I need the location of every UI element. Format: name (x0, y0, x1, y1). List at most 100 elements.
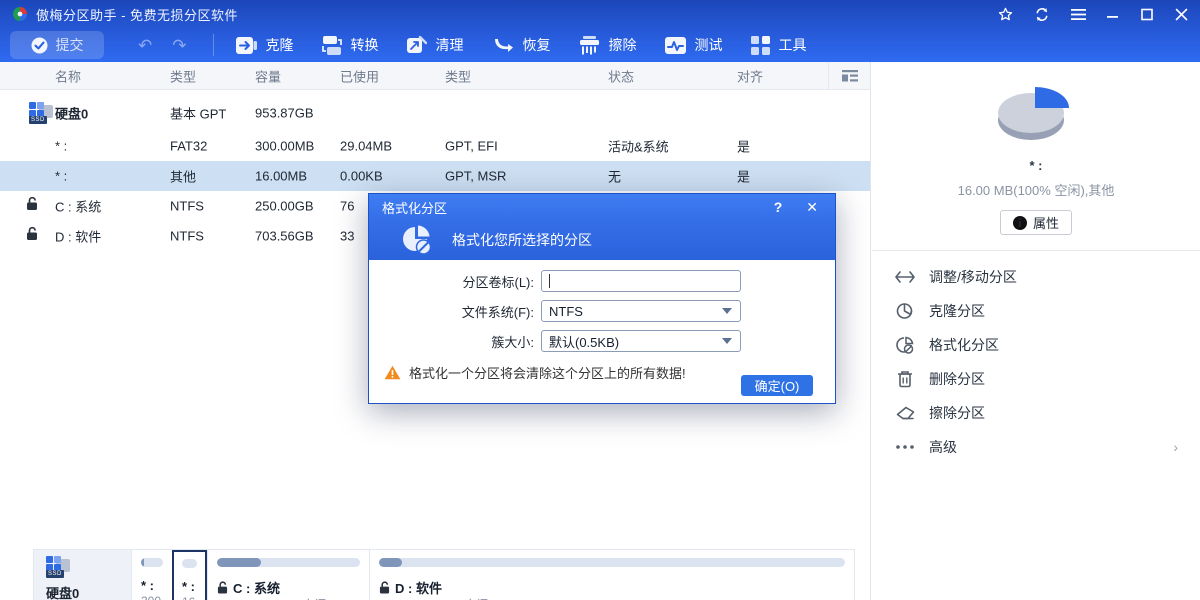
cluster-size-label: 簇大小: (369, 332, 541, 351)
toolbar-convert-label: 转换 (351, 35, 379, 55)
test-graph-icon (665, 37, 686, 54)
toolbar-tools-button[interactable]: 工具 (751, 35, 807, 55)
row-name: C : 系统 (55, 197, 101, 216)
table-row-disk0[interactable]: SSD 硬盘0 基本 GPT 953.87GB (0, 95, 870, 131)
row-status: 活动&系统 (608, 137, 669, 156)
row-capacity: 250.00GB (255, 199, 314, 214)
header-capacity[interactable]: 容量 (255, 66, 281, 85)
bitlocker-lock-icon (26, 197, 38, 216)
header-type[interactable]: 类型 (170, 66, 196, 85)
minimize-icon[interactable] (1107, 8, 1120, 21)
row-fs: GPT, EFI (445, 139, 498, 154)
dialog-body: 分区卷标(L): 文件系统(F): NTFS 簇大小: 默认(0.5KB) (369, 260, 835, 405)
header-used[interactable]: 已使用 (340, 66, 379, 85)
format-pie-icon (399, 222, 435, 258)
dialog-help-icon[interactable]: ? (774, 199, 783, 215)
toolbar-clean-label: 清理 (436, 35, 464, 55)
warning-triangle-icon (384, 365, 401, 380)
table-header: 名称 类型 容量 已使用 类型 状态 对齐 (0, 62, 870, 90)
menu-format-partition[interactable]: 格式化分区 (872, 328, 1200, 362)
partition-name: C : 系统 (233, 578, 280, 597)
chevron-down-icon (722, 338, 732, 344)
resize-arrows-icon (895, 271, 915, 283)
header-fs-type[interactable]: 类型 (445, 66, 471, 85)
table-row-efi[interactable]: * : FAT32 300.00MB 29.04MB GPT, EFI 活动&系… (0, 131, 870, 161)
menu-wipe-partition[interactable]: 擦除分区 (872, 396, 1200, 430)
undo-button[interactable]: ↶ (138, 37, 152, 54)
update-refresh-icon[interactable] (1034, 7, 1050, 22)
row-name: * : (55, 139, 67, 154)
menu-item-label: 擦除分区 (929, 403, 985, 423)
favorite-star-icon[interactable] (998, 7, 1013, 22)
header-status[interactable]: 状态 (608, 66, 634, 85)
title-bar: 傲梅分区助手 - 免费无损分区软件 (0, 0, 1200, 28)
file-system-select[interactable]: NTFS (541, 300, 741, 322)
toolbar-wipe-button[interactable]: 擦除 (579, 35, 637, 55)
file-system-value: NTFS (549, 304, 583, 319)
redo-button[interactable]: ↷ (172, 37, 186, 54)
menu-advanced[interactable]: 高级 › (872, 430, 1200, 464)
menu-hamburger-icon[interactable] (1071, 8, 1086, 21)
trash-icon (895, 370, 915, 388)
menu-delete-partition[interactable]: 删除分区 (872, 362, 1200, 396)
dialog-close-icon[interactable]: ✕ (806, 199, 818, 216)
header-aligned[interactable]: 对齐 (737, 66, 763, 85)
bitlocker-lock-icon (217, 581, 228, 594)
row-disk-name: 硬盘0 (55, 104, 88, 123)
toolbar-tools-label: 工具 (779, 35, 807, 55)
dialog-title-bar: 格式化分区 ? ✕ (369, 194, 835, 220)
detail-side-panel: * : 16.00 MB(100% 空闲),其他 i 属性 调整/移动分区 (872, 62, 1200, 600)
ssd-disk-icon: SSD (46, 556, 70, 578)
volume-label-input[interactable] (541, 270, 741, 292)
toolbar-clean-button[interactable]: 清理 (407, 35, 464, 55)
header-name[interactable]: 名称 (55, 66, 81, 85)
chevron-right-icon: › (1173, 439, 1178, 455)
menu-resize-move-partition[interactable]: 调整/移动分区 (872, 260, 1200, 294)
clean-icon (407, 36, 427, 55)
clone-icon (236, 36, 257, 55)
row-capacity: 16.00MB (255, 169, 307, 184)
partition-actions-menu: 调整/移动分区 克隆分区 (872, 251, 1200, 464)
bitlocker-lock-icon (26, 227, 38, 246)
disk-map-partition-efi[interactable]: * : 300... FA... (131, 550, 172, 600)
convert-icon (322, 36, 342, 55)
toolbar-wipe-label: 擦除 (609, 35, 637, 55)
maximize-icon[interactable] (1141, 8, 1154, 21)
row-disk-capacity: 953.87GB (255, 106, 314, 121)
menu-clone-partition[interactable]: 克隆分区 (872, 294, 1200, 328)
disk-map-disk0[interactable]: SSD 硬盘0 953.87GB 基本 GPT (34, 550, 131, 600)
disk-map-panel: SSD 硬盘0 953.87GB 基本 GPT * : 300... FA...… (33, 549, 855, 600)
table-row-msr-selected[interactable]: * : 其他 16.00MB 0.00KB GPT, MSR 无 是 (0, 161, 870, 191)
toolbar-convert-button[interactable]: 转换 (322, 35, 379, 55)
properties-button[interactable]: i 属性 (1000, 210, 1072, 235)
bitlocker-lock-icon (379, 581, 390, 594)
toolbar-clone-button[interactable]: 克隆 (236, 35, 294, 55)
row-capacity: 300.00MB (255, 139, 314, 154)
cluster-size-select[interactable]: 默认(0.5KB) (541, 330, 741, 352)
ellipsis-icon (895, 445, 915, 449)
disk-map-partition-c[interactable]: C : 系统 250.00GB(69% 空闲) Bitlocker加密,系统,主 (207, 550, 369, 600)
toolbar-recover-button[interactable]: 恢复 (492, 35, 551, 55)
menu-item-label: 高级 (929, 437, 957, 457)
toolbar-test-button[interactable]: 测试 (665, 35, 723, 55)
toolbar-separator (213, 34, 214, 56)
disk-map-partition-d[interactable]: D : 软件 703.56GB(95% 空闲) Bitlocker加密,主 (369, 550, 854, 600)
format-partition-dialog: 格式化分区 ? ✕ 格式化您所选择的分区 分区卷标(L): 文件系统( (368, 193, 836, 404)
check-circle-icon (31, 37, 48, 54)
partition-assistant-window: 傲梅分区助手 - 免费无损分区软件 (0, 0, 1200, 600)
cluster-size-value: 默认(0.5KB) (549, 332, 619, 351)
format-warning-text: 格式化一个分区将会清除这个分区上的所有数据! (409, 363, 686, 382)
menu-item-label: 格式化分区 (929, 335, 999, 355)
row-name: D : 软件 (55, 227, 101, 246)
toolbar-clone-label: 克隆 (266, 35, 294, 55)
row-type: NTFS (170, 199, 204, 214)
partition-pie-chart (981, 84, 1091, 148)
app-header: 傲梅分区助手 - 免费无损分区软件 (0, 0, 1200, 62)
ok-button[interactable]: 确定(O) (741, 375, 813, 396)
app-logo-icon (12, 6, 28, 22)
close-icon[interactable] (1175, 8, 1188, 21)
disk-map-partition-msr-selected[interactable]: * : 16.... 其... (172, 550, 207, 600)
submit-button[interactable]: 提交 (10, 31, 104, 59)
list-view-icon[interactable] (828, 62, 871, 90)
text-caret (549, 274, 550, 288)
